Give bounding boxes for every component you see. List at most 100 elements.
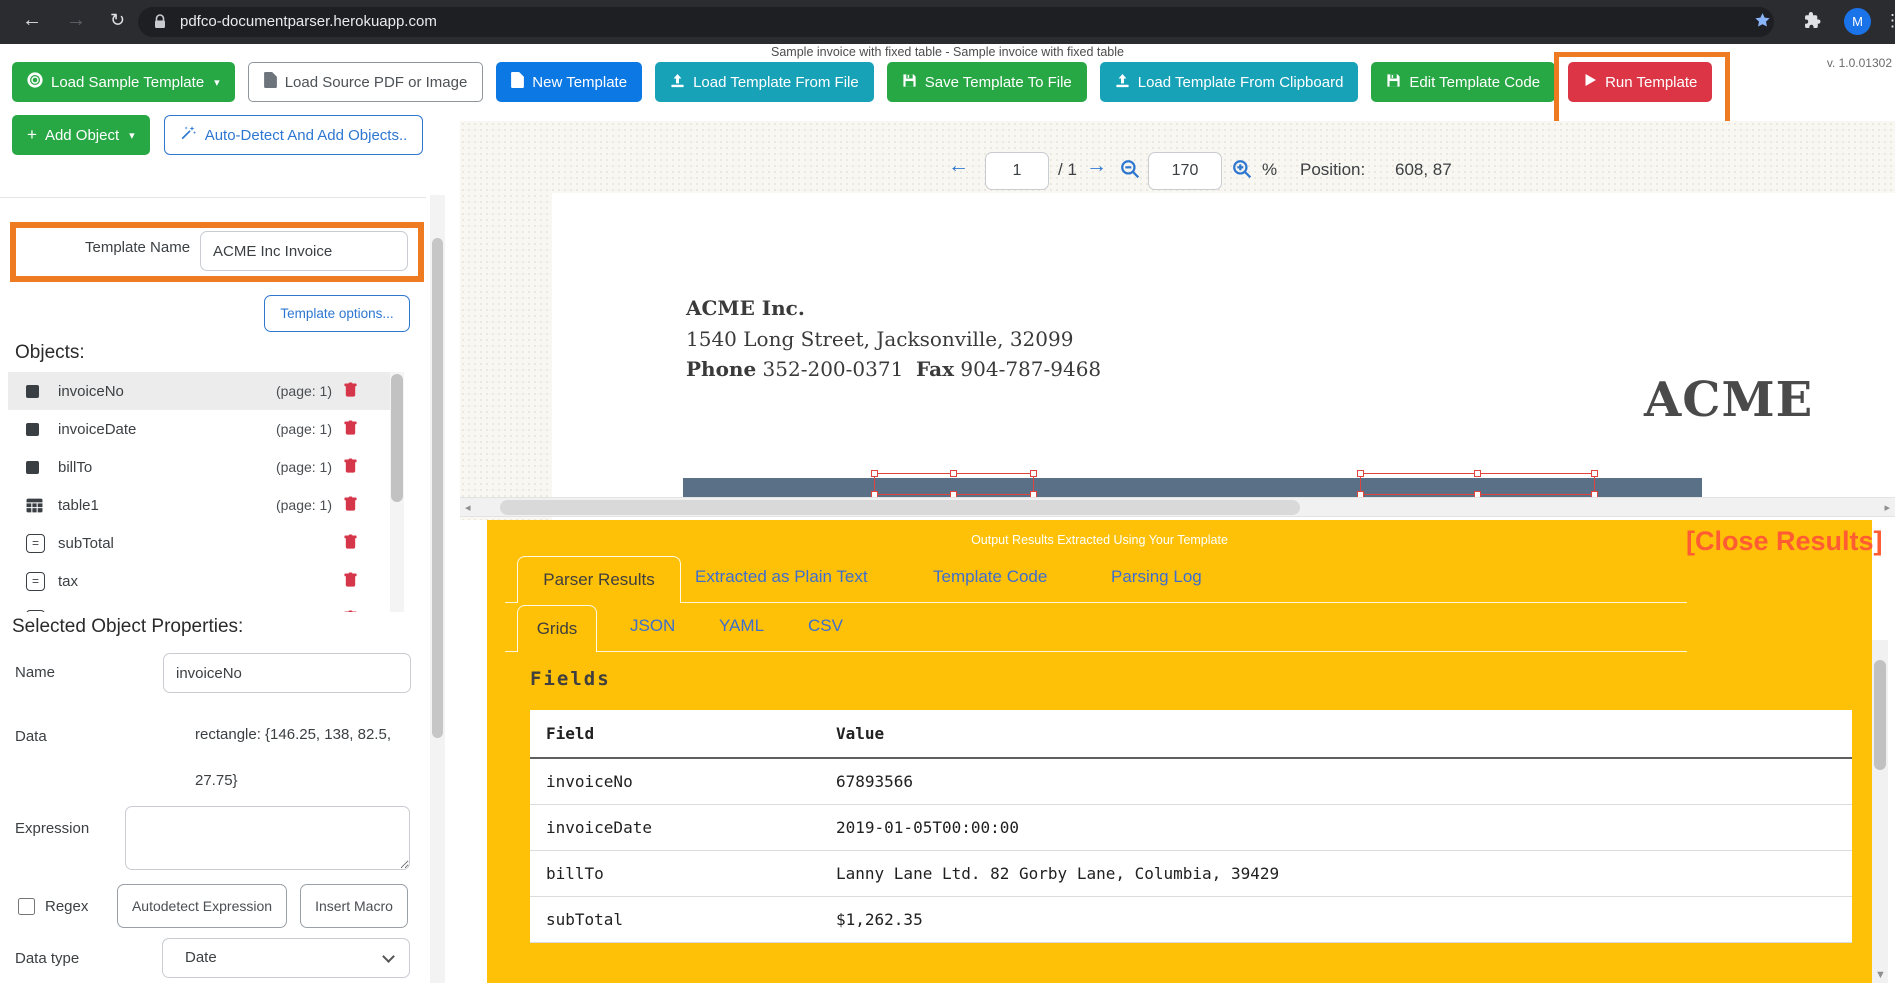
- scroll-right-icon[interactable]: ▸: [1884, 501, 1890, 514]
- viewer-horizontal-scrollbar[interactable]: ◂ ▸: [460, 497, 1895, 517]
- delete-object-button[interactable]: [343, 572, 358, 593]
- add-object-button[interactable]: + Add Object ▾: [12, 115, 150, 155]
- invoice-phone-line: Phone 352-200-0371 Fax 904-787-9468: [686, 357, 1101, 381]
- field-rect-icon: [26, 385, 50, 398]
- selection-handle[interactable]: [1591, 470, 1598, 477]
- edit-template-code-button[interactable]: Edit Template Code: [1371, 62, 1555, 102]
- objects-list-scrollbar[interactable]: [390, 372, 404, 612]
- expression-textarea[interactable]: [125, 806, 410, 870]
- object-row-tax[interactable]: = tax: [8, 562, 404, 600]
- browser-reload-icon[interactable]: ↻: [110, 10, 125, 31]
- pdf-viewer: ← / 1 → % Position: 608, 87 ACME Inc. 15…: [460, 121, 1895, 520]
- subtab-yaml[interactable]: YAML: [719, 616, 764, 636]
- delete-object-button[interactable]: [343, 496, 358, 517]
- invoice-company: ACME Inc.: [686, 296, 805, 320]
- subtab-grids[interactable]: Grids: [517, 605, 597, 652]
- autodetect-objects-button[interactable]: Auto-Detect And Add Objects..: [164, 115, 424, 155]
- scrollbar-thumb[interactable]: [500, 500, 1300, 515]
- load-template-from-file-button[interactable]: Load Template From File: [655, 62, 874, 102]
- table-row[interactable]: subTotal $1,262.35: [530, 897, 1852, 943]
- subtab-json[interactable]: JSON: [630, 616, 675, 636]
- caret-down-icon: ▾: [214, 76, 220, 89]
- browser-menu-icon[interactable]: ⋮: [1884, 11, 1895, 31]
- value-cell: $1,262.35: [820, 897, 1852, 943]
- load-source-pdf-button[interactable]: Load Source PDF or Image: [248, 62, 484, 102]
- data-type-select[interactable]: Date: [162, 938, 410, 978]
- browser-chrome: ← → ↻ pdfco-documentparser.herokuapp.com…: [0, 0, 1895, 44]
- regex-checkbox[interactable]: [18, 898, 35, 915]
- table-row[interactable]: invoiceDate 2019-01-05T00:00:00: [530, 805, 1852, 851]
- add-object-label: Add Object: [45, 127, 119, 144]
- autodetect-expression-button[interactable]: Autodetect Expression: [117, 884, 287, 928]
- delete-object-button[interactable]: [343, 610, 358, 612]
- load-sample-template-button[interactable]: Load Sample Template ▾: [12, 62, 235, 102]
- profile-avatar[interactable]: M: [1844, 8, 1871, 35]
- delete-object-button[interactable]: [343, 534, 358, 555]
- address-bar[interactable]: pdfco-documentparser.herokuapp.com: [138, 7, 1774, 37]
- lock-icon: [154, 14, 166, 34]
- position-value: 608, 87: [1395, 160, 1452, 180]
- tab-parsing-log[interactable]: Parsing Log: [1111, 567, 1202, 587]
- delete-object-button[interactable]: [343, 458, 358, 479]
- zoom-level-input[interactable]: [1148, 152, 1222, 190]
- run-template-button[interactable]: Run Template: [1568, 62, 1712, 102]
- selection-handle[interactable]: [871, 470, 878, 477]
- selection-handle[interactable]: [1357, 470, 1364, 477]
- save-template-to-file-button[interactable]: Save Template To File: [887, 62, 1087, 102]
- scroll-down-icon[interactable]: ▼: [1875, 969, 1886, 981]
- object-data-label: Data: [15, 728, 47, 745]
- selection-handle[interactable]: [1030, 470, 1037, 477]
- page-vertical-scrollbar[interactable]: [430, 195, 445, 983]
- close-results-link[interactable]: [Close Results]: [1686, 526, 1883, 557]
- selection-rect[interactable]: [1360, 473, 1595, 495]
- load-template-from-clipboard-button[interactable]: Load Template From Clipboard: [1100, 62, 1359, 102]
- object-name: invoiceNo: [58, 383, 124, 400]
- new-template-button[interactable]: New Template: [496, 62, 642, 102]
- value-cell: 2019-01-05T00:00:00: [820, 805, 1852, 851]
- app-window: ← → ↻ pdfco-documentparser.herokuapp.com…: [0, 0, 1895, 983]
- template-name-input[interactable]: [200, 231, 408, 271]
- object-row-subTotal[interactable]: = subTotal: [8, 524, 404, 562]
- template-options-button[interactable]: Template options...: [264, 295, 410, 332]
- object-row-invoiceNo[interactable]: invoiceNo (page: 1): [8, 372, 404, 410]
- selection-rect[interactable]: [874, 473, 1034, 495]
- scrollbar-thumb[interactable]: [391, 374, 403, 502]
- delete-object-button[interactable]: [343, 420, 358, 441]
- object-row-table1[interactable]: table1 (page: 1): [8, 486, 404, 524]
- tab-parser-results[interactable]: Parser Results: [517, 556, 681, 603]
- object-row-partial[interactable]: =: [8, 600, 404, 612]
- results-vertical-scrollbar[interactable]: ▼: [1872, 640, 1888, 983]
- run-template-label: Run Template: [1605, 74, 1697, 91]
- extensions-puzzle-icon[interactable]: [1804, 12, 1821, 34]
- insert-macro-button[interactable]: Insert Macro: [300, 884, 408, 928]
- load-source-pdf-label: Load Source PDF or Image: [285, 74, 468, 91]
- bookmark-star-icon[interactable]: [1754, 12, 1771, 34]
- zoom-out-icon[interactable]: [1120, 159, 1140, 184]
- prev-page-icon[interactable]: ←: [948, 154, 969, 178]
- invoice-address: 1540 Long Street, Jacksonville, 32099: [686, 327, 1073, 351]
- selection-handle[interactable]: [950, 470, 957, 477]
- field-rect-icon: [26, 461, 50, 474]
- scroll-left-icon[interactable]: ◂: [465, 501, 471, 514]
- next-page-icon[interactable]: →: [1086, 154, 1107, 178]
- delete-object-button[interactable]: [343, 382, 358, 403]
- object-row-invoiceDate[interactable]: invoiceDate (page: 1): [8, 410, 404, 448]
- load-template-from-clipboard-label: Load Template From Clipboard: [1138, 74, 1344, 91]
- tab-template-code[interactable]: Template Code: [933, 567, 1047, 587]
- object-name-input[interactable]: [163, 653, 411, 693]
- browser-forward-icon[interactable]: →: [66, 9, 86, 32]
- selection-handle[interactable]: [1474, 470, 1481, 477]
- zoom-in-icon[interactable]: [1232, 159, 1252, 184]
- tab-extracted-plain-text[interactable]: Extracted as Plain Text: [695, 567, 868, 587]
- value-column-header: Value: [820, 710, 1852, 758]
- table-row[interactable]: billTo Lanny Lane Ltd. 82 Gorby Lane, Co…: [530, 851, 1852, 897]
- page-number-input[interactable]: [985, 152, 1049, 190]
- scrollbar-thumb[interactable]: [1874, 660, 1886, 770]
- browser-back-icon[interactable]: ←: [22, 9, 42, 32]
- pdf-page[interactable]: ACME Inc. 1540 Long Street, Jacksonville…: [552, 193, 1895, 520]
- subtab-csv[interactable]: CSV: [808, 616, 843, 636]
- scrollbar-thumb[interactable]: [432, 238, 443, 738]
- object-row-billTo[interactable]: billTo (page: 1): [8, 448, 404, 486]
- table-row[interactable]: invoiceNo 67893566: [530, 758, 1852, 805]
- url-text[interactable]: pdfco-documentparser.herokuapp.com: [180, 13, 437, 30]
